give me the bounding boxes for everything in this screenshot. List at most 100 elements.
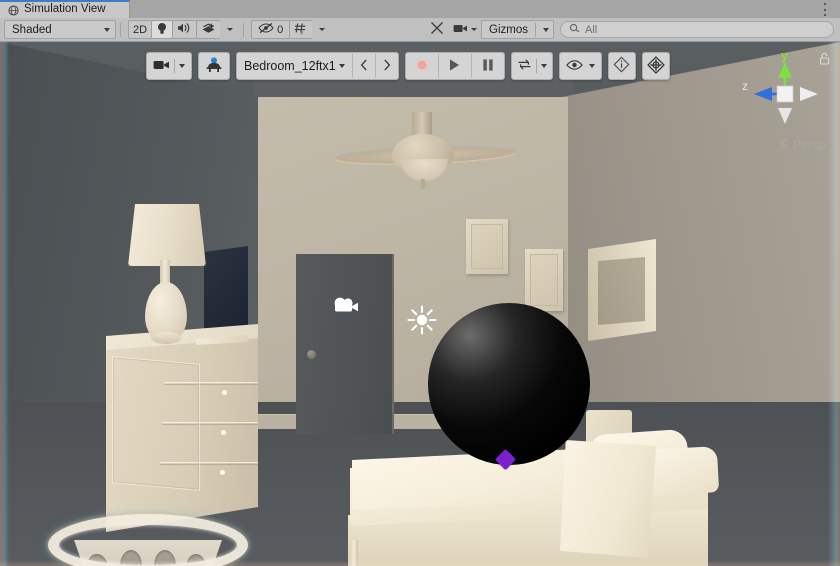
tab-label: Simulation View (24, 3, 106, 16)
kebab-menu-icon[interactable] (820, 3, 830, 16)
view-camera-button[interactable] (147, 54, 191, 78)
eye-icon (566, 59, 583, 74)
tools-group (425, 20, 483, 39)
camera-icon (453, 23, 468, 37)
tab-simulation-view[interactable]: Simulation View (0, 0, 130, 18)
scene-toolbar: Shaded 2D 0 y Gizmos All (0, 18, 840, 42)
orientation-gizmo[interactable]: y z Persp (736, 48, 834, 156)
laundry-basket (48, 514, 248, 566)
globe-icon (8, 4, 19, 16)
gizmos-button[interactable]: Gizmos (481, 20, 554, 39)
tools-icon (430, 21, 444, 38)
camera-gizmo-icon[interactable] (330, 295, 362, 317)
two-d-label: 2D (133, 23, 148, 36)
effects-dropdown-button[interactable] (220, 20, 241, 39)
divider (535, 59, 537, 73)
loop-button[interactable] (510, 52, 553, 80)
simulation-view-window: Simulation View Shaded 2D 0 y Gizmos All… (0, 0, 840, 566)
chevron-left-icon (780, 138, 789, 152)
projection-label-group[interactable]: Persp (780, 138, 826, 152)
scene-select-dropdown[interactable]: Bedroom_12ftx1 (237, 54, 352, 78)
ceiling-fan-pull-chain (421, 179, 425, 189)
lamp-base (151, 332, 181, 344)
camera-button[interactable] (448, 20, 483, 39)
wall-mirror-framed (588, 239, 656, 341)
tools-button[interactable] (425, 20, 450, 39)
grid-icon: y (294, 22, 308, 38)
search-icon (569, 23, 580, 37)
play-icon (448, 58, 461, 75)
view-options-group: 2D (128, 20, 241, 39)
toggle-audio-button[interactable] (172, 20, 198, 39)
speaker-icon (177, 22, 192, 37)
scene-viewport[interactable]: Bedroom_12ftx1 y z Persp (0, 42, 840, 566)
scene-select-value: Bedroom_12ftx1 (244, 59, 336, 73)
eye-crossed-icon (258, 22, 274, 37)
chevron-left-icon (360, 59, 368, 74)
grid-button[interactable]: y (289, 20, 314, 39)
chevron-down-icon (338, 64, 345, 68)
visibility-button[interactable] (558, 52, 602, 80)
target-button[interactable] (641, 52, 670, 80)
toggle-2d-button[interactable]: 2D (128, 20, 153, 39)
divider (243, 22, 245, 37)
loop-icon (517, 58, 532, 74)
divider (535, 22, 536, 37)
playback-toolbar: Bedroom_12ftx1 (146, 52, 670, 80)
robot-agent-icon (205, 57, 223, 75)
light-sun-gizmo-icon[interactable] (406, 304, 438, 336)
record-button[interactable] (406, 54, 438, 78)
gizmos-label: Gizmos (489, 23, 528, 36)
draw-mode-dropdown[interactable]: Shaded (4, 20, 116, 39)
next-scene-button[interactable] (374, 54, 398, 78)
hidden-objects-count: 0 (277, 23, 284, 36)
effects-button[interactable] (196, 20, 222, 39)
scene-render (0, 42, 840, 566)
chevron-down-icon (319, 28, 326, 31)
blanket-fold (560, 440, 656, 558)
toggle-lighting-button[interactable] (151, 20, 174, 39)
draw-mode-value: Shaded (12, 23, 52, 36)
dresser-pull (220, 470, 225, 475)
dresser-pull (221, 430, 226, 435)
grid-dropdown-button[interactable] (312, 20, 333, 39)
chevron-down-icon (540, 64, 547, 68)
search-input[interactable]: All (560, 21, 834, 38)
chevron-down-icon (227, 28, 234, 31)
lock-icon[interactable] (819, 52, 830, 68)
info-button[interactable] (607, 52, 636, 80)
lightbulb-icon (156, 22, 168, 38)
hidden-objects-button[interactable]: 0 (251, 20, 291, 39)
prev-scene-button[interactable] (351, 54, 375, 78)
picture-frame-right (525, 249, 563, 311)
pillow (646, 446, 720, 496)
chevron-right-icon (383, 59, 391, 74)
agent-button[interactable] (198, 52, 230, 80)
chevron-down-icon (104, 27, 110, 32)
divider (174, 59, 175, 73)
bed-post (350, 540, 358, 566)
dresser-drawer-panel (112, 356, 200, 491)
tab-bar: Simulation View (0, 0, 840, 18)
record-icon (414, 57, 430, 76)
divider (120, 22, 121, 37)
fx-layers-icon (201, 22, 216, 38)
basket-rim (48, 514, 248, 566)
projection-label: Persp (793, 138, 826, 152)
chevron-down-icon (588, 64, 595, 68)
chevron-down-icon (543, 27, 549, 32)
info-diamond-icon (613, 56, 630, 76)
play-button[interactable] (437, 54, 471, 78)
chevron-down-icon (471, 28, 478, 31)
search-placeholder: All (585, 23, 598, 36)
svg-text:z: z (742, 79, 748, 93)
svg-text:y: y (781, 48, 789, 63)
pause-icon (482, 58, 494, 75)
svg-text:y: y (301, 30, 304, 35)
door (296, 254, 394, 434)
lamp-shade (128, 204, 206, 266)
hidden-objects-group: 0 y (251, 20, 333, 39)
black-sphere-object[interactable] (428, 303, 590, 465)
pause-button[interactable] (470, 54, 504, 78)
door-knob (307, 350, 316, 359)
